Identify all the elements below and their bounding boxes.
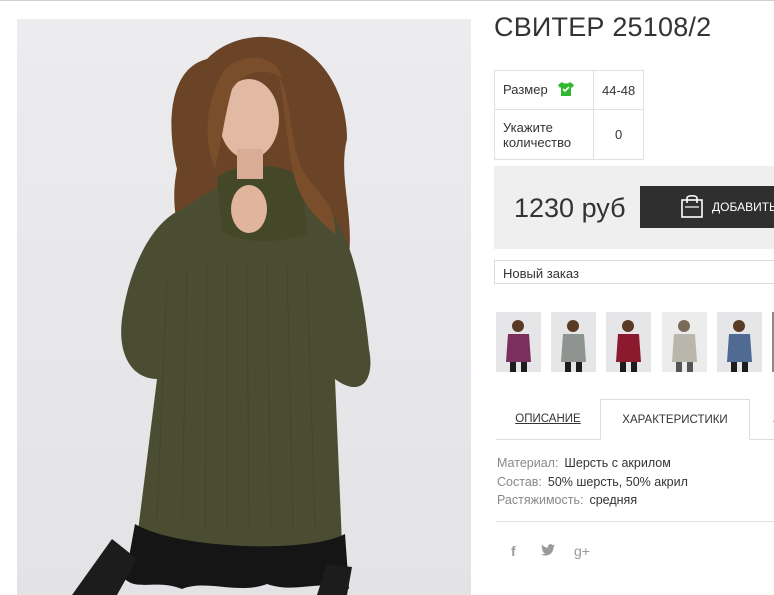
spec-key: Растяжимость: [497, 493, 584, 507]
size-label: Размер [503, 81, 548, 97]
thumb-grey[interactable] [551, 312, 596, 372]
facebook-icon[interactable]: f [511, 543, 516, 559]
product-photo[interactable] [17, 19, 471, 595]
twitter-icon[interactable] [541, 543, 555, 559]
tshirt-size-icon[interactable] [557, 81, 575, 100]
top-border [0, 0, 774, 1]
product-title: СВИТЕР 25108/2 [494, 12, 712, 42]
model-illustration [17, 19, 471, 595]
divider [496, 521, 774, 522]
spec-value: Шерсть с акрилом [564, 456, 671, 470]
qty-label-line2: количество [503, 134, 572, 150]
thumb-purple[interactable] [496, 312, 541, 372]
qty-label-line1: Укажите [503, 119, 553, 135]
thumb-blue[interactable] [717, 312, 762, 372]
order-select[interactable]: Новый заказ [494, 260, 774, 284]
specs-list: Материал: Шерсть с акрилом Состав: 50% шер… [497, 454, 688, 510]
add-to-cart-label: ДОБАВИТЬ [712, 200, 774, 214]
spec-key: Материал: [497, 456, 559, 470]
spec-row: Состав: 50% шерсть, 50% акрил [497, 473, 688, 492]
qty-label-cell: Укажите количество [494, 109, 594, 160]
shopping-bag-icon [680, 193, 704, 222]
spec-row: Растяжимость: средняя [497, 491, 688, 510]
price-box: 1230 руб ДОБАВИТЬ [494, 166, 774, 249]
size-label-cell: Размер [494, 70, 594, 110]
spec-row: Материал: Шерсть с акрилом [497, 454, 688, 473]
price: 1230 руб [514, 193, 626, 223]
quantity-input[interactable]: 0 [592, 109, 645, 160]
size-value[interactable]: 44-48 [592, 70, 645, 110]
spec-key: Состав: [497, 474, 542, 489]
params-table: Размер 44-48 Укажите количество 0 [494, 70, 645, 160]
tab-description[interactable]: ОПИСАНИЕ [496, 399, 600, 439]
tab-characteristics[interactable]: ХАРАКТЕРИСТИКИ [600, 399, 750, 440]
add-to-cart-button[interactable]: ДОБАВИТЬ [640, 186, 774, 228]
thumb-burgundy[interactable] [606, 312, 651, 372]
thumb-light-grey[interactable] [662, 312, 707, 372]
product-tabs: ОПИСАНИЕ ХАРАКТЕРИСТИКИ … [496, 399, 774, 440]
googleplus-icon[interactable]: g+ [574, 543, 590, 559]
spec-value: 50% шерсть, 50% акрил [547, 474, 688, 489]
spec-value: средняя [589, 493, 638, 507]
